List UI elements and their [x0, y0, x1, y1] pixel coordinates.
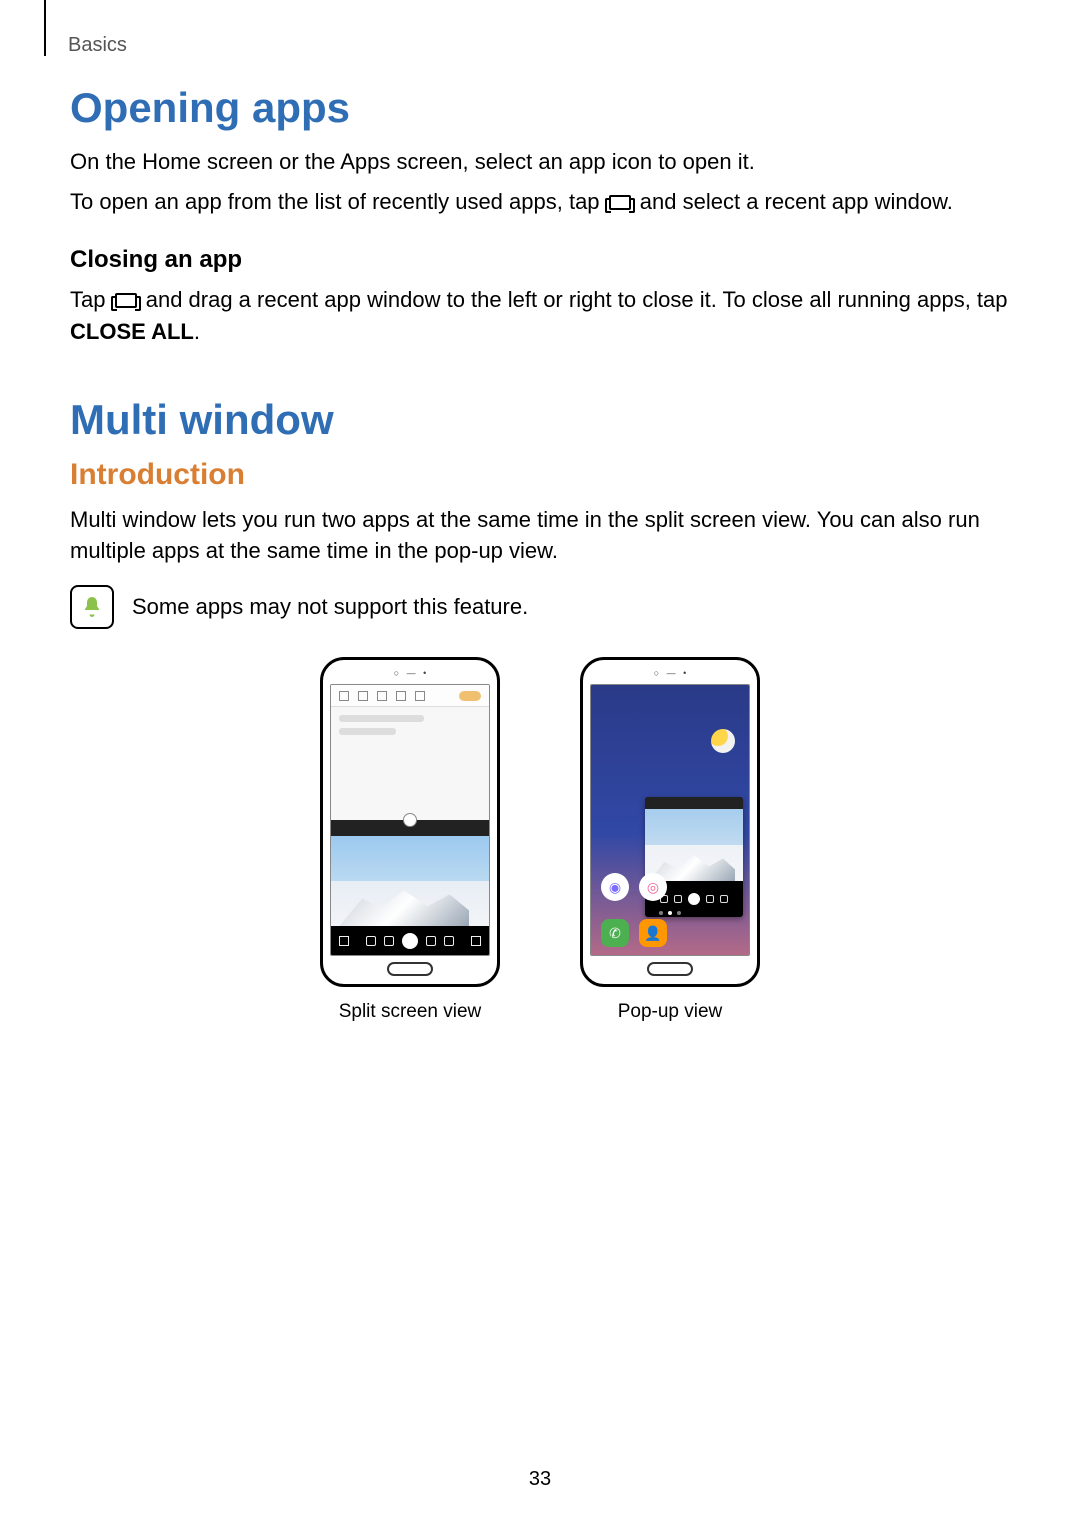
header-rule [44, 0, 46, 56]
dock-lower: ✆ 👤 [601, 919, 667, 947]
popup-caption: Pop-up view [618, 1001, 723, 1023]
opening-apps-p1: On the Home screen or the Apps screen, s… [70, 146, 1010, 178]
heading-introduction: Introduction [70, 458, 1010, 492]
phone-illustrations: ○ — • [70, 657, 1010, 1023]
browser-app-icon: ◉ [601, 873, 629, 901]
split-top-toolbar [331, 685, 489, 707]
camera-app-icon: ◎ [639, 873, 667, 901]
opening-apps-p2a: To open an app from the list of recently… [70, 189, 606, 214]
heading-closing-app: Closing an app [70, 246, 1010, 274]
phone-app-icon: ✆ [601, 919, 629, 947]
phone-screen [330, 684, 490, 956]
recent-apps-icon [609, 195, 631, 210]
page-content: Opening apps On the Home screen or the A… [0, 0, 1080, 1023]
close-all-label: CLOSE ALL [70, 319, 194, 344]
dock-upper: ◉ ◎ [601, 873, 667, 901]
multi-intro-body: Multi window lets you run two apps at th… [70, 504, 1010, 568]
opening-apps-p2b: and select a recent app window. [640, 189, 953, 214]
closing-p-c: . [194, 319, 200, 344]
mountain-image [645, 809, 743, 881]
home-button [647, 962, 693, 976]
bell-icon [70, 585, 114, 629]
split-caption: Split screen view [339, 1001, 482, 1023]
split-top-text [331, 707, 489, 749]
closing-p-b: and drag a recent app window to the left… [146, 287, 1008, 312]
contacts-app-icon: 👤 [639, 919, 667, 947]
split-bottom-video [331, 820, 489, 955]
recent-apps-icon [115, 293, 137, 308]
heading-opening-apps: Opening apps [70, 84, 1010, 132]
split-screen-figure: ○ — • [320, 657, 500, 1023]
opening-apps-p2: To open an app from the list of recently… [70, 186, 1010, 218]
page-indicator [591, 911, 749, 915]
note-text: Some apps may not support this feature. [132, 594, 528, 620]
phone-sensors: ○ — • [583, 668, 757, 678]
closing-p-a: Tap [70, 287, 112, 312]
note-row: Some apps may not support this feature. [70, 585, 1010, 629]
page-number: 33 [0, 1468, 1080, 1491]
video-controls [331, 933, 489, 949]
split-handle-icon [403, 813, 417, 827]
popup-view-figure: ○ — • ◉ ◎ [580, 657, 760, 1023]
section-label: Basics [68, 34, 127, 57]
phone-split-screen: ○ — • [320, 657, 500, 987]
phone-screen: ◉ ◎ ✆ 👤 [590, 684, 750, 956]
mountain-image [331, 836, 489, 926]
phone-popup-view: ○ — • ◉ ◎ [580, 657, 760, 987]
closing-app-p: Tap and drag a recent app window to the … [70, 284, 1010, 348]
phone-sensors: ○ — • [323, 668, 497, 678]
heading-multi-window: Multi window [70, 396, 1010, 444]
home-button [387, 962, 433, 976]
